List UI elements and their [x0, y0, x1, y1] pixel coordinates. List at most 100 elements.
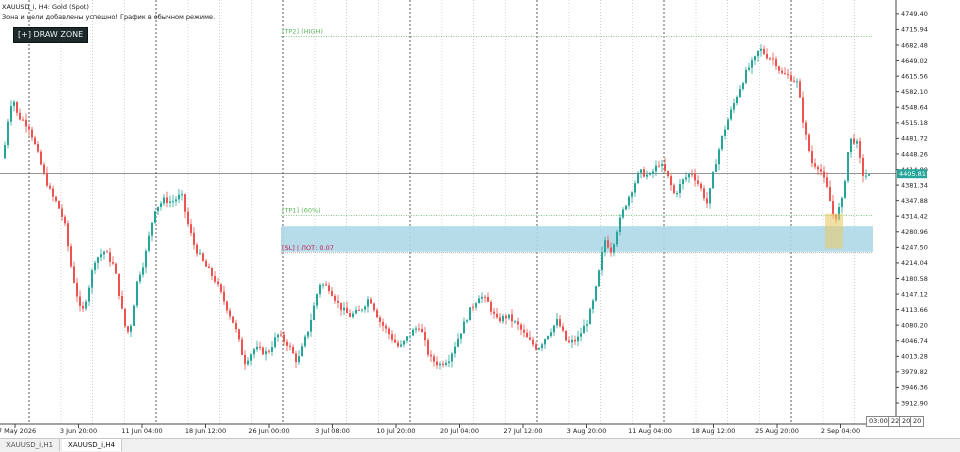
candle-body [676, 192, 678, 194]
candle-body [571, 339, 573, 343]
candle-body [325, 284, 327, 286]
symbol-title: XAUUSD_i, H4: Gold (Spot) [2, 3, 89, 11]
chart-tab-bar: XAUUSD_i,H1 XAUUSD_i,H4 [0, 438, 960, 452]
candle-body [385, 325, 387, 329]
candle-body [796, 81, 798, 83]
price-tick-label: 4113.66 [901, 306, 928, 314]
entry-highlight-box [825, 213, 843, 249]
candle-body [226, 301, 228, 311]
chart-background [0, 0, 960, 451]
candle-body [250, 354, 252, 361]
candle-body [505, 315, 507, 319]
candle-body [772, 58, 774, 60]
candle-body [355, 310, 357, 314]
candle-body [484, 296, 486, 298]
candle-body [643, 169, 645, 177]
candle-body [217, 281, 219, 285]
candle-body [52, 188, 54, 197]
candle-body [352, 313, 354, 317]
candle-body [328, 285, 330, 292]
candle-body [7, 121, 9, 146]
candle-body [112, 262, 114, 264]
chart-canvas[interactable]: [SL] | ЛОТ: 0.07 [TP2] (HIGH) [TP1] (60%)… [0, 0, 960, 451]
price-tick-label: 4715.94 [901, 26, 928, 34]
candle-body [640, 169, 642, 173]
tab-xauusd-h4[interactable]: XAUUSD_i,H4 [62, 439, 123, 451]
candle-body [487, 296, 489, 302]
candle-body [100, 254, 102, 258]
sl-zone-rect[interactable] [281, 226, 873, 252]
candle-body [253, 349, 255, 355]
chart-area[interactable]: [SL] | ЛОТ: 0.07 [TP2] (HIGH) [TP1] (60%)… [0, 0, 960, 452]
candle-body [172, 201, 174, 203]
candle-body [121, 296, 123, 309]
candle-body [799, 81, 801, 98]
candle-body [388, 328, 390, 335]
tp2-label: [TP2] (HIGH) [282, 27, 323, 35]
candle-body [715, 164, 717, 172]
candle-body [376, 310, 378, 318]
time-tick-label: 25 Aug 20:00 [755, 427, 799, 435]
candle-body [634, 183, 636, 193]
candle-body [439, 363, 441, 366]
candle-body [802, 97, 804, 123]
candle-body [463, 321, 465, 334]
candle-body [13, 101, 15, 107]
candle-body [547, 335, 549, 340]
candle-body [733, 103, 735, 110]
candle-body [517, 321, 519, 325]
candle-body [142, 267, 144, 275]
candle-body [130, 325, 132, 332]
candle-body [358, 310, 360, 312]
price-tick-label: 4381.34 [901, 181, 928, 189]
draw-zone-button[interactable]: [+] DRAW ZONE [13, 27, 89, 43]
candle-body [523, 329, 525, 333]
candle-body [190, 224, 192, 233]
candle-body [583, 325, 585, 334]
price-tick-label: 4448.26 [901, 150, 928, 158]
candle-body [460, 333, 462, 339]
entry-highlight [825, 213, 843, 249]
candle-body [658, 165, 660, 167]
candle-body [619, 217, 621, 232]
candle-body [763, 48, 765, 54]
candle-body [814, 163, 816, 167]
candle-body [304, 336, 306, 347]
candle-body [868, 173, 870, 176]
candle-body [199, 253, 201, 255]
candle-body [16, 101, 18, 113]
candle-body [97, 257, 99, 263]
candle-body [442, 363, 444, 366]
candle-body [538, 348, 540, 350]
candle-body [562, 326, 564, 331]
candle-body [724, 129, 726, 136]
candle-body [298, 356, 300, 363]
candle-body [370, 299, 372, 304]
candle-body [70, 246, 72, 267]
candle-body [466, 320, 468, 322]
candle-body [364, 306, 366, 310]
candle-body [454, 346, 456, 354]
candle-body [208, 266, 210, 269]
candle-body [220, 284, 222, 292]
candle-body [655, 165, 657, 172]
price-tick-label: 4080.20 [901, 321, 928, 329]
candle-body [271, 347, 273, 352]
candle-body [844, 180, 846, 198]
candle-body [421, 328, 423, 333]
candle-body [151, 222, 153, 236]
candle-body [73, 266, 75, 283]
candle-body [307, 331, 309, 337]
time-tick-label: 3 Aug 20:00 [567, 427, 607, 435]
scroll-value-box[interactable]: 20 [910, 416, 925, 427]
candle-body [391, 334, 393, 340]
candle-body [646, 174, 648, 177]
candle-body [781, 70, 783, 74]
candle-body [277, 334, 279, 338]
candle-body [67, 223, 69, 247]
tab-xauusd-h1[interactable]: XAUUSD_i,H1 [0, 439, 61, 451]
candle-body [610, 247, 612, 253]
candle-body [526, 332, 528, 338]
candle-body [661, 164, 663, 166]
candle-body [607, 240, 609, 248]
